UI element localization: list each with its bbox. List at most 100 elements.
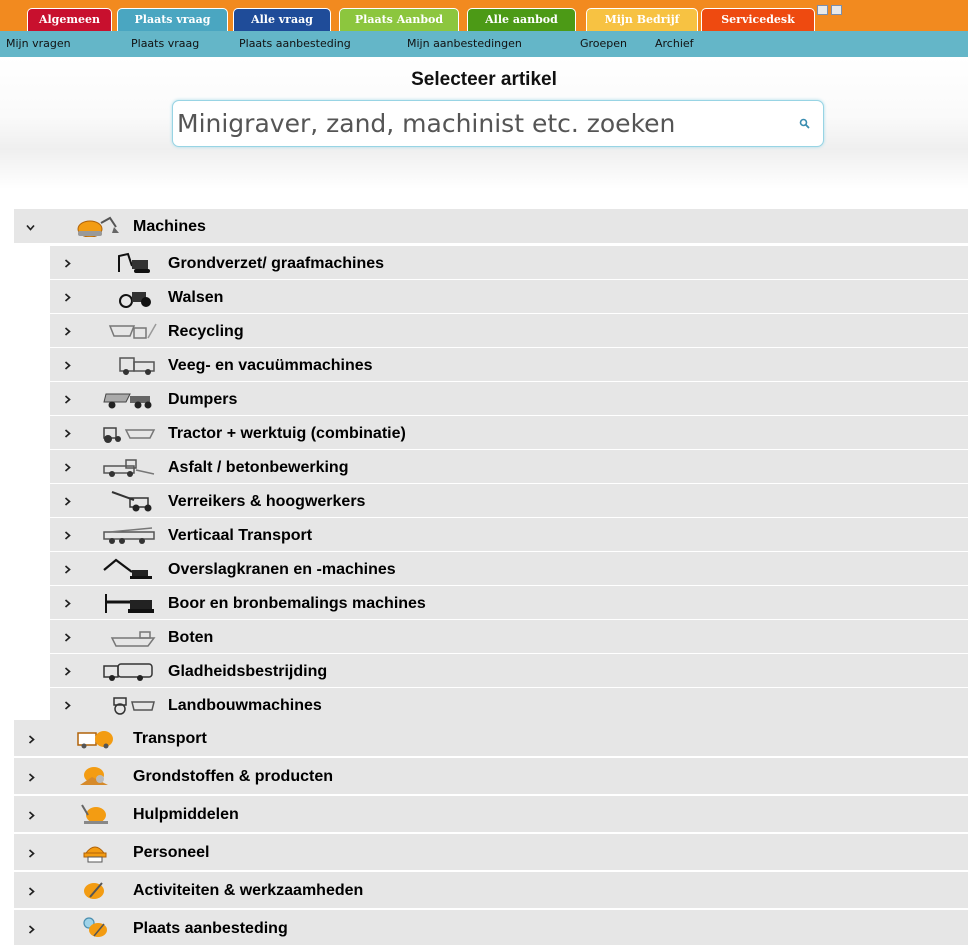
tree-node-gladheid[interactable]: Gladheidsbestrijding xyxy=(50,654,968,688)
subnav-mijn-aanbestedingen[interactable]: Mijn aanbestedingen xyxy=(407,37,522,50)
chevron-right-icon[interactable] xyxy=(63,463,72,472)
tree-label-hulpmiddelen: Hulpmiddelen xyxy=(133,806,239,823)
tractor-icon xyxy=(103,427,156,443)
tree-label-grondverzet: Grondverzet/ graafmachines xyxy=(168,255,385,272)
asphalt-machine-icon xyxy=(103,459,155,477)
tree-label-plaats-aanbesteding: Plaats aanbesteding xyxy=(133,920,288,937)
telehandler-icon xyxy=(111,491,152,512)
tab-plaats-vraag[interactable]: Plaats vraag xyxy=(117,8,228,31)
search-input[interactable] xyxy=(177,105,787,142)
excavator-machine-icon xyxy=(118,252,150,273)
tree-node-walsen[interactable]: Walsen xyxy=(50,280,968,314)
tree-node-transport[interactable]: Transport xyxy=(14,720,968,757)
tree-node-landbouw[interactable]: Landbouwmachines xyxy=(50,688,968,722)
chevron-right-icon[interactable] xyxy=(63,327,72,336)
tree-label-boor: Boor en bronbemalings machines xyxy=(168,595,426,612)
raw-materials-icon xyxy=(80,767,108,785)
tab-plaats-aanbod[interactable]: Plaats Aanbod xyxy=(339,8,459,31)
tree-label-transport: Transport xyxy=(133,730,207,747)
subnav-plaats-aanbesteding[interactable]: Plaats aanbesteding xyxy=(239,37,351,50)
chevron-right-icon[interactable] xyxy=(27,773,36,782)
tree-node-grondstoffen[interactable]: Grondstoffen & producten xyxy=(14,758,968,795)
tree-label-verreikers: Verreikers & hoogwerkers xyxy=(168,493,366,510)
tree-node-verreikers[interactable]: Verreikers & hoogwerkers xyxy=(50,484,968,518)
tree-node-grondverzet[interactable]: Grondverzet/ graafmachines xyxy=(50,246,968,280)
tab-alle-vraag[interactable]: Alle vraag xyxy=(233,8,331,31)
tree-node-plaats-aanbesteding[interactable]: Plaats aanbesteding xyxy=(14,910,968,946)
recycling-machine-icon xyxy=(108,323,157,339)
maximize-window-icon[interactable] xyxy=(831,5,842,15)
top-tab-bar: Algemeen Plaats vraag Alle vraag Plaats … xyxy=(0,0,968,31)
tree-node-veeg[interactable]: Veeg- en vacuümmachines xyxy=(50,348,968,382)
window-icons[interactable] xyxy=(817,4,847,18)
search-icon[interactable] xyxy=(799,118,811,130)
chevron-right-icon[interactable] xyxy=(63,565,72,574)
tab-algemeen[interactable]: Algemeen xyxy=(27,8,112,31)
material-handler-icon xyxy=(103,558,152,579)
salt-spreader-icon xyxy=(103,663,153,681)
transport-icon xyxy=(77,731,113,749)
chevron-down-icon[interactable] xyxy=(26,223,35,232)
chevron-right-icon[interactable] xyxy=(27,849,36,858)
search-box[interactable] xyxy=(172,100,824,147)
tree-node-dumpers[interactable]: Dumpers xyxy=(50,382,968,416)
chevron-right-icon[interactable] xyxy=(63,429,72,438)
tree-label-recycling: Recycling xyxy=(168,323,244,340)
chevron-right-icon[interactable] xyxy=(63,497,72,506)
chevron-right-icon[interactable] xyxy=(27,887,36,896)
subnav-plaats-vraag[interactable]: Plaats vraag xyxy=(131,37,199,50)
tree-label-tractor: Tractor + werktuig (combinatie) xyxy=(168,425,406,442)
header-area: Selecteer artikel xyxy=(0,57,968,189)
restore-window-icon[interactable] xyxy=(817,5,828,15)
tree-label-walsen: Walsen xyxy=(168,289,224,306)
crane-truck-icon xyxy=(103,527,155,544)
excavator-icon xyxy=(77,216,119,237)
tree-node-asfalt[interactable]: Asfalt / betonbewerking xyxy=(50,450,968,484)
tree-label-overslagkranen: Overslagkranen en -machines xyxy=(168,561,396,578)
dumper-icon xyxy=(103,393,152,409)
tree-node-boor[interactable]: Boor en bronbemalings machines xyxy=(50,586,968,620)
tree-label-veeg: Veeg- en vacuümmachines xyxy=(168,357,373,374)
chevron-right-icon[interactable] xyxy=(63,531,72,540)
roller-icon xyxy=(119,292,151,308)
tree-label-dumpers: Dumpers xyxy=(168,391,238,408)
tender-icon xyxy=(83,917,107,937)
tree-node-personeel[interactable]: Personeel xyxy=(14,834,968,871)
chevron-right-icon[interactable] xyxy=(27,735,36,744)
hardhat-icon xyxy=(83,846,107,863)
tree-label-grondstoffen: Grondstoffen & producten xyxy=(133,768,333,785)
sweeper-icon xyxy=(119,357,155,375)
chevron-right-icon[interactable] xyxy=(27,925,36,934)
sub-navigation: Mijn vragen Plaats vraag Plaats aanbeste… xyxy=(0,31,968,57)
subnav-groepen[interactable]: Groepen xyxy=(580,37,627,50)
chevron-right-icon[interactable] xyxy=(63,701,72,710)
tab-alle-aanbod[interactable]: Alle aanbod xyxy=(467,8,576,31)
subnav-mijn-vragen[interactable]: Mijn vragen xyxy=(6,37,71,50)
tree-node-boten[interactable]: Boten xyxy=(50,620,968,654)
chevron-right-icon[interactable] xyxy=(63,259,72,268)
tab-mijn-bedrijf[interactable]: Mijn Bedrijf xyxy=(586,8,698,31)
chevron-right-icon[interactable] xyxy=(63,633,72,642)
tab-servicedesk[interactable]: Servicedesk xyxy=(701,8,815,31)
chevron-right-icon[interactable] xyxy=(63,599,72,608)
tree-label-gladheid: Gladheidsbestrijding xyxy=(168,663,328,680)
activities-icon xyxy=(84,882,104,899)
chevron-right-icon[interactable] xyxy=(27,811,36,820)
tree-label-verticaal: Verticaal Transport xyxy=(168,527,313,544)
tree-node-hulpmiddelen[interactable]: Hulpmiddelen xyxy=(14,796,968,833)
tree-node-overslagkranen[interactable]: Overslagkranen en -machines xyxy=(50,552,968,586)
chevron-right-icon[interactable] xyxy=(63,395,72,404)
tree-node-activiteiten[interactable]: Activiteiten & werkzaamheden xyxy=(14,872,968,909)
chevron-right-icon[interactable] xyxy=(63,293,72,302)
tree-node-recycling[interactable]: Recycling xyxy=(50,314,968,348)
tree-label-landbouw: Landbouwmachines xyxy=(168,697,322,714)
tree-label-personeel: Personeel xyxy=(133,844,210,861)
chevron-right-icon[interactable] xyxy=(63,361,72,370)
tree-node-machines[interactable]: Machines xyxy=(14,209,968,244)
chevron-right-icon[interactable] xyxy=(63,667,72,676)
tree-label-asfalt: Asfalt / betonbewerking xyxy=(168,459,349,476)
tree-node-verticaal[interactable]: Verticaal Transport xyxy=(50,518,968,552)
tree-label-boten: Boten xyxy=(168,629,214,646)
subnav-archief[interactable]: Archief xyxy=(655,37,694,50)
tree-node-tractor[interactable]: Tractor + werktuig (combinatie) xyxy=(50,416,968,450)
